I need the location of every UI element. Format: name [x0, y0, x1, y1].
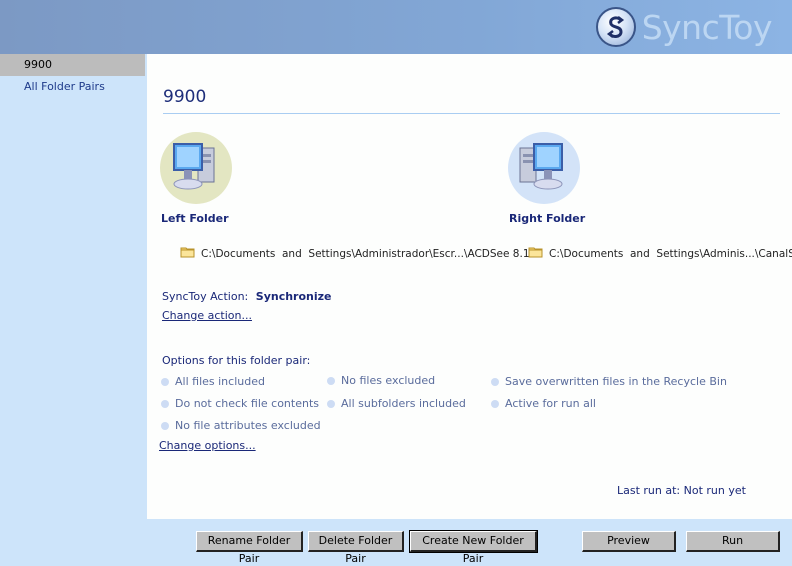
change-action-link[interactable]: Change action... [162, 309, 252, 322]
sync-arrows-icon [595, 7, 636, 47]
option-item: Save overwritten files in the Recycle Bi… [491, 375, 727, 388]
option-item: Active for run all [491, 397, 596, 410]
rename-folder-pair-button[interactable]: Rename Folder Pair [196, 531, 303, 565]
synctoy-action: SyncToy Action: Synchronize [162, 290, 332, 303]
bullet-icon [161, 399, 169, 408]
folder-pair-panel: 9900 Left Folder Right Folder C:\Documen… [147, 54, 792, 519]
title-divider [163, 113, 780, 114]
delete-folder-pair-button[interactable]: Delete Folder Pair [308, 531, 404, 565]
create-new-folder-pair-button[interactable]: Create New Folder Pair [409, 530, 538, 565]
option-item: No files excluded [327, 374, 435, 387]
sidebar-item-all-folder-pairs[interactable]: All Folder Pairs [0, 76, 147, 98]
options-header: Options for this folder pair: [162, 354, 311, 367]
right-folder-path: C:\Documents and Settings\Adminis...\Can… [508, 234, 792, 273]
right-folder-path-text: C:\Documents and Settings\Adminis...\Can… [549, 247, 792, 260]
option-item: All files included [161, 375, 265, 388]
left-folder-path: C:\Documents and Settings\Administrador\… [160, 234, 530, 273]
app-header: SyncToy [0, 0, 792, 54]
folder-icon [508, 234, 543, 273]
left-folder-path-text: C:\Documents and Settings\Administrador\… [201, 247, 530, 260]
page-title: 9900 [163, 87, 207, 107]
preview-button[interactable]: Preview [582, 531, 676, 552]
left-computer-icon [160, 132, 232, 204]
left-folder-label: Left Folder [161, 212, 229, 225]
bullet-icon [161, 377, 169, 386]
run-button[interactable]: Run [686, 531, 780, 552]
bullet-icon [491, 377, 499, 386]
last-run-status: Last run at: Not run yet [617, 484, 746, 497]
folder-icon [160, 234, 195, 273]
sidebar-item-9900[interactable]: 9900 [0, 54, 145, 76]
right-computer-icon [508, 132, 580, 204]
option-item: No file attributes excluded [161, 419, 321, 432]
action-value: Synchronize [255, 290, 332, 303]
synctoy-logo: SyncToy [595, 6, 773, 48]
change-options-link[interactable]: Change options... [159, 439, 256, 452]
sidebar: 9900 All Folder Pairs [0, 54, 147, 566]
bullet-icon [327, 399, 335, 408]
logo-text: SyncToy [641, 7, 773, 47]
action-label: SyncToy Action: [162, 290, 249, 303]
option-item: All subfolders included [327, 397, 466, 410]
right-folder-label: Right Folder [509, 212, 586, 225]
bullet-icon [327, 376, 335, 385]
bullet-icon [491, 399, 499, 408]
option-item: Do not check file contents [161, 397, 319, 410]
bullet-icon [161, 421, 169, 430]
